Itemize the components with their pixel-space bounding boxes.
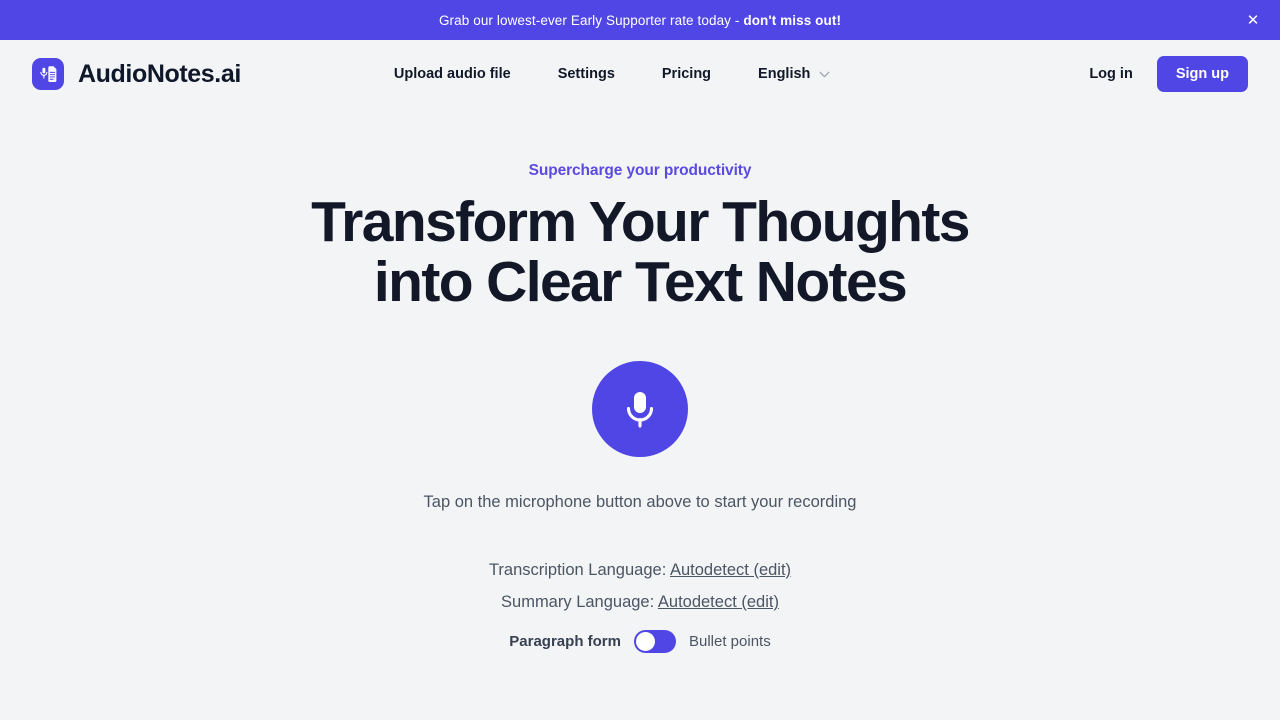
page-title: Transform Your Thoughts into Clear Text …	[311, 190, 970, 315]
promo-banner-text: Grab our lowest-ever Early Supporter rat…	[439, 13, 841, 28]
promo-banner-text-bold: don't miss out!	[743, 12, 842, 28]
nav-link-upload-audio-file[interactable]: Upload audio file	[394, 66, 511, 82]
transcription-language-label: Transcription Language:	[488, 560, 667, 579]
promo-banner: Grab our lowest-ever Early Supporter rat…	[0, 0, 1280, 40]
output-format-toggle-row: Paragraph form Bullet points	[0, 629, 1280, 653]
paragraph-form-label: Paragraph form	[509, 632, 621, 650]
login-link[interactable]: Log in	[1089, 66, 1133, 82]
transcription-language-row: Transcription Language: Autodetect (edit…	[0, 554, 1280, 586]
hero-section: Supercharge your productivity Transform …	[0, 108, 1280, 313]
brand[interactable]: AudioNotes.ai	[32, 58, 241, 90]
nav-link-pricing[interactable]: Pricing	[662, 66, 711, 82]
recorder-control	[0, 360, 1280, 457]
toggle-knob	[635, 631, 655, 651]
output-format-toggle[interactable]	[633, 629, 676, 653]
site-header: AudioNotes.ai Upload audio file Settings…	[0, 40, 1280, 108]
main-nav: Upload audio file Settings Pricing Engli…	[394, 66, 831, 82]
bullet-points-label: Bullet points	[688, 632, 771, 650]
summary-language-edit-link[interactable]: Autodetect (edit)	[658, 593, 779, 611]
nav-link-settings[interactable]: Settings	[558, 66, 615, 82]
language-settings: Transcription Language: Autodetect (edit…	[0, 554, 1280, 618]
hero-eyebrow: Supercharge your productivity	[528, 162, 752, 179]
close-icon[interactable]: ✕	[1240, 7, 1266, 33]
summary-language-label: Summary Language:	[501, 592, 655, 611]
chevron-down-icon	[819, 71, 830, 77]
language-selector-value: English	[758, 66, 811, 82]
summary-language-row: Summary Language: Autodetect (edit)	[0, 586, 1280, 618]
recorder-hint: Tap on the microphone button above to st…	[423, 492, 857, 511]
document-microphone-icon	[32, 58, 64, 90]
signup-button[interactable]: Sign up	[1156, 56, 1248, 92]
microphone-record-button[interactable]	[592, 360, 688, 457]
language-selector[interactable]: English	[758, 66, 830, 82]
header-actions: Log in Sign up	[1089, 56, 1248, 92]
microphone-icon	[626, 391, 654, 428]
brand-name: AudioNotes.ai	[78, 59, 241, 88]
promo-banner-text-normal: Grab our lowest-ever Early Supporter rat…	[438, 12, 744, 28]
main-content: Supercharge your productivity Transform …	[0, 108, 1280, 653]
transcription-language-edit-link[interactable]: Autodetect (edit)	[670, 561, 791, 579]
